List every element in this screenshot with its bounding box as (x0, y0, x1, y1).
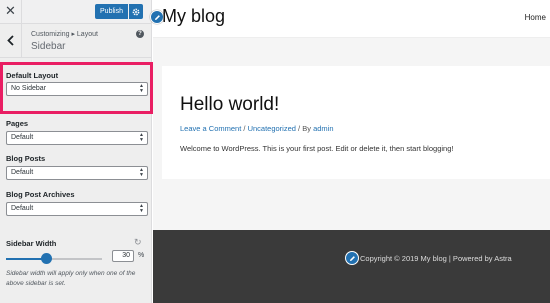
publish-settings-button[interactable] (129, 4, 143, 19)
breadcrumb: Customizing ▸ Layout (31, 31, 98, 38)
customizer-panel: ✕ Publish Customizing ▸ Layout Sidebar ?… (0, 0, 153, 303)
post-title[interactable]: Hello world! (180, 94, 279, 116)
pages-select[interactable]: Default ▲ ▼ (6, 131, 148, 145)
chevron-left-icon (7, 35, 14, 46)
site-preview: My blog Home Hello world! Leave a Commen… (150, 0, 550, 303)
blog-posts-label: Blog Posts (6, 154, 46, 163)
nav-item-home[interactable]: Home (525, 13, 546, 22)
category-link[interactable]: Uncategorized (248, 124, 296, 133)
blog-post-archives-value: Default (11, 205, 34, 212)
blog-post-archives-label: Blog Post Archives (6, 190, 75, 199)
sidebar-width-description: Sidebar width will apply only when one o… (6, 270, 136, 287)
post-article: Hello world! Leave a Comment / Uncategor… (162, 66, 550, 179)
sidebar-width-unit: % (138, 252, 145, 259)
gear-icon (132, 8, 140, 15)
post-meta: Leave a Comment / Uncategorized / By adm… (180, 124, 334, 133)
sidebar-width-slider[interactable] (6, 258, 102, 260)
pages-value: Default (11, 134, 34, 141)
pencil-icon (154, 14, 160, 20)
section-title: Sidebar (31, 41, 66, 52)
author-prefix: By (302, 124, 311, 133)
pages-label: Pages (6, 119, 29, 128)
blog-posts-value: Default (11, 169, 34, 176)
sidebar-width-label: Sidebar Width (6, 239, 57, 248)
section-header: Customizing ▸ Layout Sidebar ? (0, 24, 152, 58)
sidebar-width-input[interactable]: 30 (112, 250, 134, 262)
pencil-icon (349, 255, 355, 261)
footer-copyright: Copyright © 2019 My blog | Powered by As… (360, 254, 512, 263)
site-footer: Copyright © 2019 My blog | Powered by As… (153, 230, 550, 303)
reset-icon[interactable]: ↻ (134, 237, 142, 248)
customizer-topbar: ✕ Publish (0, 0, 151, 24)
highlight-box (0, 62, 153, 114)
publish-button[interactable]: Publish (95, 4, 128, 19)
comment-link[interactable]: Leave a Comment (180, 124, 241, 133)
close-customizer-button[interactable]: ✕ (0, 0, 22, 24)
slider-handle[interactable] (40, 253, 52, 264)
select-arrows-icon: ▲ ▼ (139, 132, 144, 143)
post-body: Welcome to WordPress. This is your first… (180, 144, 454, 153)
blog-post-archives-select[interactable]: Default ▲ ▼ (6, 202, 148, 216)
edit-shortcut-button[interactable] (345, 251, 359, 265)
help-icon[interactable]: ? (136, 30, 144, 38)
site-header: My blog Home (150, 0, 550, 38)
site-title[interactable]: My blog (162, 6, 225, 27)
back-button[interactable] (0, 24, 22, 58)
blog-posts-select[interactable]: Default ▲ ▼ (6, 166, 148, 180)
author-link[interactable]: admin (313, 124, 333, 133)
select-arrows-icon: ▲ ▼ (139, 167, 144, 178)
select-arrows-icon: ▲ ▼ (139, 203, 144, 214)
